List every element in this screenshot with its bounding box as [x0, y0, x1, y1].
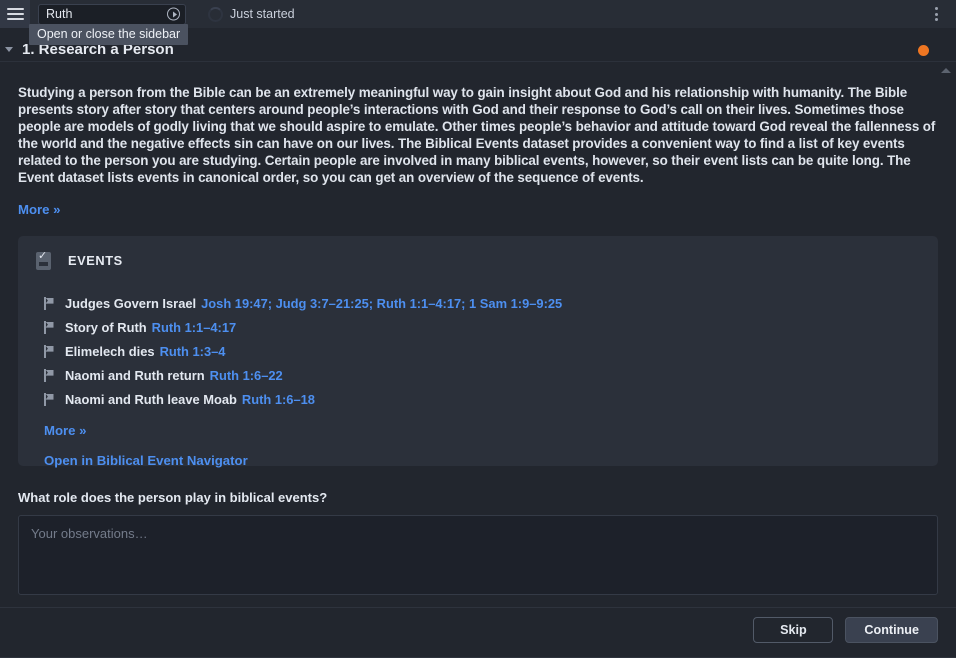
- flag-icon: [44, 369, 55, 383]
- status-badge: [918, 45, 929, 56]
- footer-button-row: Skip Continue: [753, 617, 938, 643]
- search-input[interactable]: [39, 4, 185, 24]
- kebab-dot: [935, 18, 938, 21]
- hamburger-icon[interactable]: [0, 0, 30, 28]
- continue-button[interactable]: Continue: [845, 617, 938, 643]
- hamburger-bar: [6, 13, 24, 15]
- events-list: Judges Govern Israel Josh 19:47; Judg 3:…: [34, 292, 922, 412]
- event-name: Judges Govern Israel: [65, 296, 197, 312]
- skip-button[interactable]: Skip: [753, 617, 834, 643]
- list-item[interactable]: Story of Ruth Ruth 1:1–4:17: [34, 316, 922, 340]
- event-name: Naomi and Ruth leave Moab: [65, 392, 237, 408]
- search-box[interactable]: [38, 3, 186, 25]
- event-reference-link[interactable]: Ruth 1:6–22: [210, 368, 283, 383]
- event-name: Story of Ruth: [65, 320, 147, 336]
- hamburger-bar: [6, 18, 24, 20]
- intro-more-link[interactable]: More »: [18, 202, 61, 217]
- event-reference-link[interactable]: Josh 19:47; Judg 3:7–21:25; Ruth 1:1–4:1…: [201, 296, 562, 311]
- list-item[interactable]: Naomi and Ruth return Ruth 1:6–22: [34, 364, 922, 388]
- hamburger-bar: [6, 8, 24, 10]
- footer-bar: Skip Continue: [0, 607, 956, 658]
- question-prompt: What role does the person play in biblic…: [18, 489, 328, 505]
- main-content: Studying a person from the Bible can be …: [0, 62, 956, 607]
- list-item[interactable]: Elimelech dies Ruth 1:3–4: [34, 340, 922, 364]
- checked-document-icon: [36, 249, 51, 270]
- events-card: EVENTS Judges Govern Israel Josh 19:47; …: [18, 235, 938, 468]
- progress-ring-icon: [208, 6, 223, 22]
- kebab-dot: [935, 12, 938, 16]
- events-card-header: EVENTS: [34, 249, 922, 272]
- event-name: Naomi and Ruth return: [65, 368, 205, 384]
- kebab-dot: [935, 7, 938, 10]
- go-arrow-icon[interactable]: [167, 7, 180, 21]
- flag-icon: [44, 393, 55, 407]
- open-event-navigator-link[interactable]: Open in Biblical Event Navigator: [44, 453, 248, 468]
- event-name: Elimelech dies: [65, 344, 155, 360]
- event-reference-link[interactable]: Ruth 1:6–18: [242, 392, 315, 407]
- sidebar-tooltip: Open or close the sidebar: [29, 24, 189, 45]
- vertical-ellipsis-icon[interactable]: [930, 0, 943, 28]
- events-more-link[interactable]: More »: [44, 423, 87, 438]
- flag-icon: [44, 345, 55, 359]
- event-reference-link[interactable]: Ruth 1:1–4:17: [152, 320, 237, 335]
- caret-down-icon[interactable]: [5, 47, 13, 52]
- status-text: Just started: [230, 7, 295, 21]
- flag-icon: [44, 321, 55, 335]
- list-item[interactable]: Judges Govern Israel Josh 19:47; Judg 3:…: [34, 292, 922, 316]
- observations-textarea[interactable]: [18, 514, 938, 595]
- event-reference-link[interactable]: Ruth 1:3–4: [160, 344, 226, 359]
- list-item[interactable]: Naomi and Ruth leave Moab Ruth 1:6–18: [34, 388, 922, 412]
- flag-icon: [44, 297, 55, 311]
- intro-paragraph: Studying a person from the Bible can be …: [18, 85, 936, 186]
- events-card-title: EVENTS: [68, 253, 123, 269]
